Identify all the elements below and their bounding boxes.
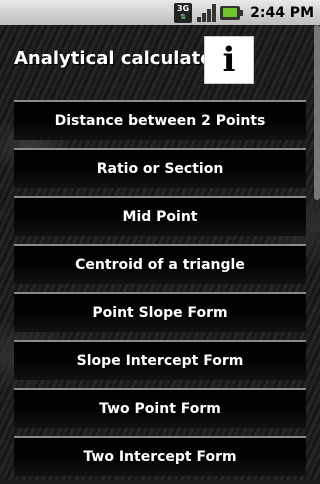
app-title: Analytical calculator — [14, 48, 222, 69]
menu-item-label: Centroid of a triangle — [75, 257, 245, 273]
menu-item-centroid[interactable]: Centroid of a triangle — [14, 244, 306, 284]
menu-item-distance[interactable]: Distance between 2 Points — [14, 100, 306, 140]
info-icon: i — [222, 40, 236, 80]
scrollbar[interactable] — [314, 25, 320, 200]
info-button[interactable]: i — [204, 36, 254, 84]
menu-item-two-intercept[interactable]: Two Intercept Form — [14, 436, 306, 476]
menu-item-two-point[interactable]: Two Point Form — [14, 388, 306, 428]
calculator-menu: Distance between 2 Points Ratio or Secti… — [14, 100, 306, 484]
menu-item-mid-point[interactable]: Mid Point — [14, 196, 306, 236]
signal-strength-icon — [196, 3, 217, 23]
menu-item-point-slope[interactable]: Point Slope Form — [14, 292, 306, 332]
status-bar: 3G ⇅ 2:44 PM — [0, 0, 320, 25]
menu-item-ratio-section[interactable]: Ratio or Section — [14, 148, 306, 188]
menu-item-label: Point Slope Form — [92, 305, 228, 321]
data-arrows-icon: ⇅ — [180, 12, 187, 21]
network-3g-icon: 3G ⇅ — [174, 2, 193, 23]
menu-item-slope-intercept[interactable]: Slope Intercept Form — [14, 340, 306, 380]
menu-item-label: Slope Intercept Form — [76, 353, 244, 369]
menu-item-label: Ratio or Section — [96, 161, 224, 177]
network-type-label: 3G — [177, 3, 190, 13]
menu-item-label: Two Intercept Form — [83, 449, 237, 465]
menu-item-label: Distance between 2 Points — [54, 113, 266, 129]
menu-item-label: Mid Point — [122, 209, 198, 225]
battery-icon — [220, 5, 244, 20]
status-icons: 3G ⇅ 2:44 PM — [174, 0, 314, 25]
clock: 2:44 PM — [250, 4, 314, 21]
menu-item-label: Two Point Form — [99, 401, 221, 417]
